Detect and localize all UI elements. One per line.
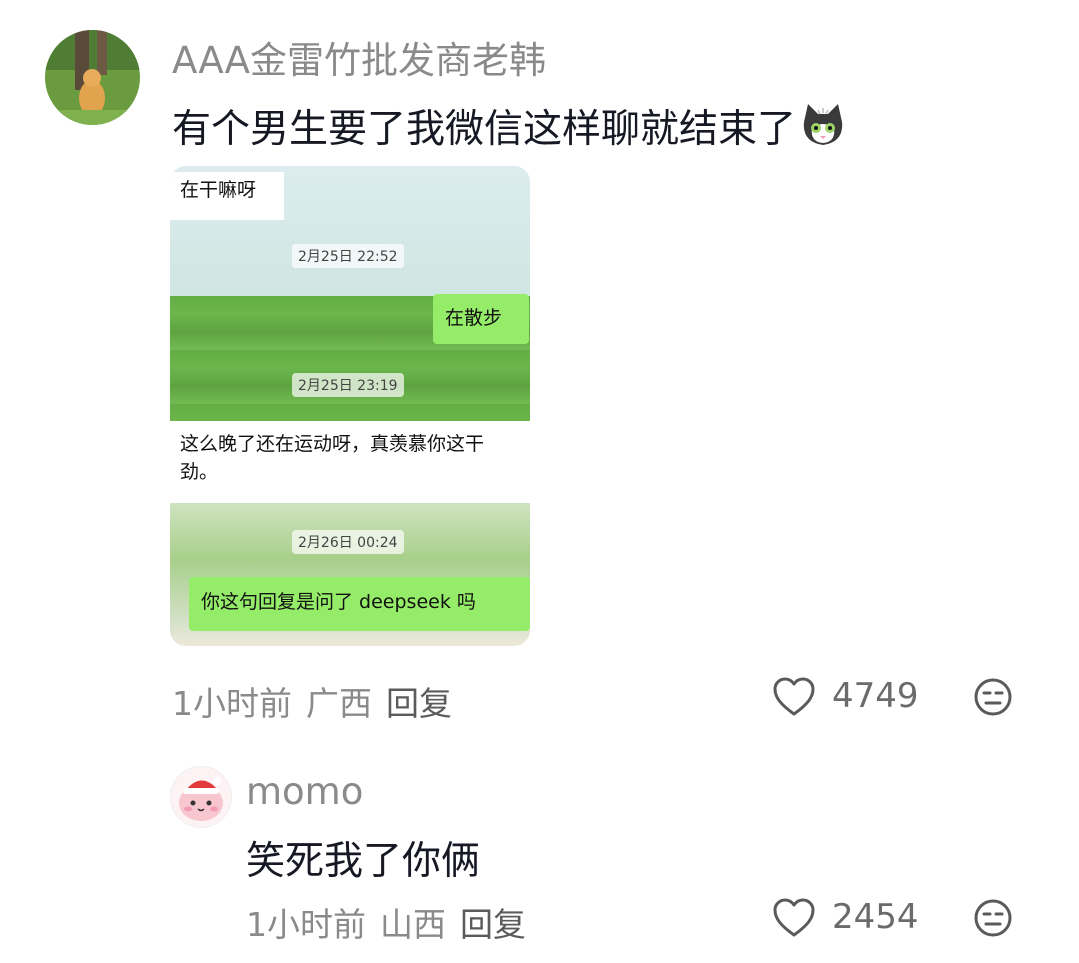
avatar[interactable]	[45, 30, 140, 125]
cat-emoji-icon	[800, 102, 846, 158]
chat-message-right: 你这句回复是问了 deepseek 吗	[189, 577, 530, 631]
like-count: 4749	[832, 676, 919, 716]
like-button[interactable]	[772, 897, 816, 939]
comment-meta: 1小时前 山西 回复	[246, 898, 526, 946]
chat-message-left: 在干嘛呀	[170, 172, 284, 220]
chat-timestamp: 2月25日 22:52	[292, 244, 404, 268]
comment-text: 有个男生要了我微信这样聊就结束了	[172, 98, 846, 158]
chat-timestamp: 2月25日 23:19	[292, 373, 404, 397]
chat-message-left: 这么晚了还在运动呀，真羡慕你这干劲。	[180, 433, 485, 483]
comment-username[interactable]: momo	[246, 770, 363, 813]
dislike-face-icon	[974, 899, 1012, 937]
chat-message-right: 在散步	[433, 294, 529, 344]
reply-button[interactable]: 回复	[460, 905, 526, 944]
avatar[interactable]	[170, 766, 232, 828]
like-count: 2454	[832, 897, 919, 937]
chat-timestamp: 2月26日 00:24	[292, 530, 404, 554]
dislike-face-icon	[974, 678, 1012, 716]
comment-location: 广西	[306, 684, 372, 723]
reply-button[interactable]: 回复	[386, 684, 452, 723]
like-button[interactable]	[772, 676, 816, 718]
comment-location: 山西	[380, 905, 446, 944]
comment-meta: 1小时前 广西 回复	[172, 677, 452, 725]
comment-text: 笑死我了你俩	[246, 839, 481, 884]
comment-time: 1小时前	[246, 905, 366, 944]
comment-username[interactable]: AAA金雷竹批发商老韩	[172, 30, 546, 84]
heart-icon	[773, 898, 815, 937]
comment-text-body: 有个男生要了我微信这样聊就结束了	[172, 107, 797, 152]
heart-icon	[773, 677, 815, 716]
dislike-button[interactable]	[973, 677, 1013, 717]
comment-time: 1小时前	[172, 684, 292, 723]
dislike-button[interactable]	[973, 898, 1013, 938]
comment-image[interactable]: 在干嘛呀 2月25日 22:52 在散步 2月25日 23:19 这么晚了还在运…	[170, 166, 530, 646]
